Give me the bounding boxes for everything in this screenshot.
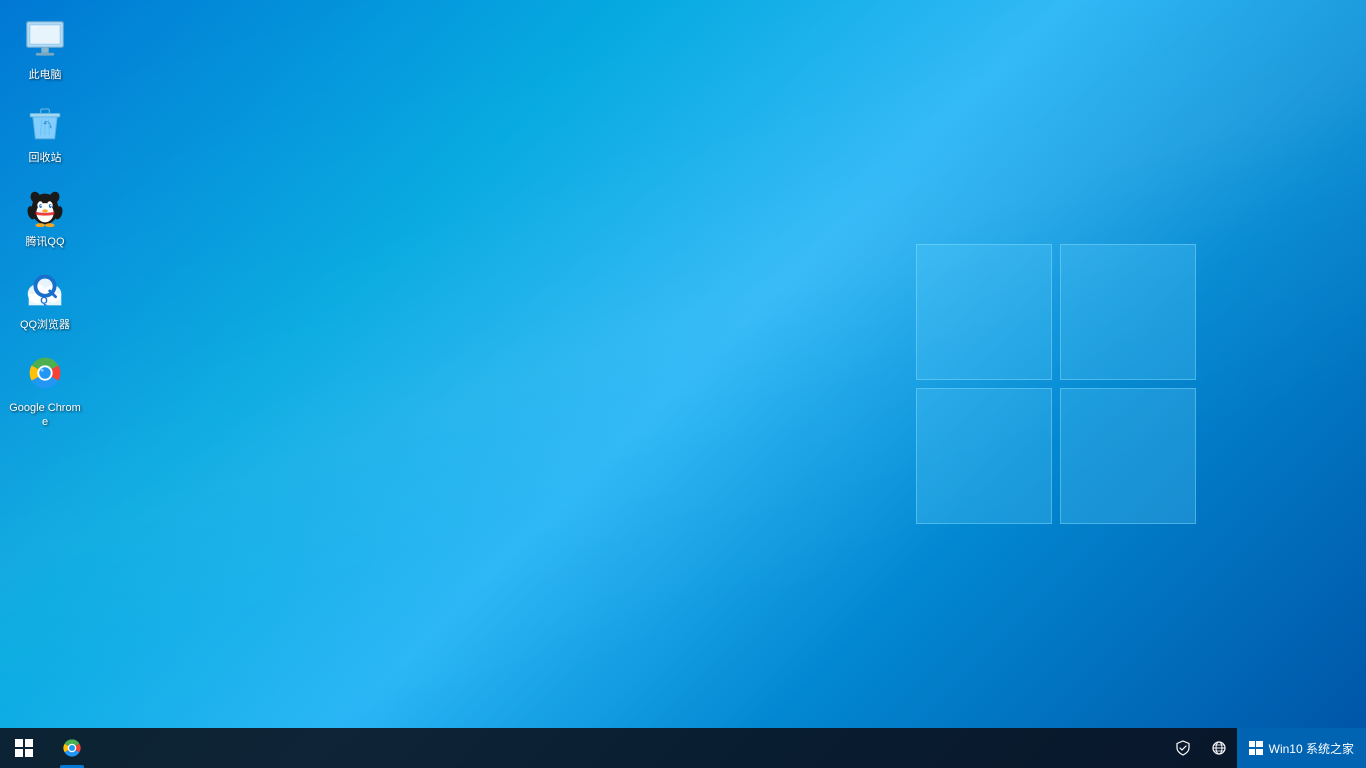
google-chrome-label: Google Chrome — [9, 401, 81, 430]
desktop: 此电脑 — [0, 0, 1366, 768]
start-quad-bl — [15, 749, 23, 757]
tray-shield-button[interactable] — [1165, 728, 1201, 768]
start-quad-br — [25, 749, 33, 757]
taskbar-chrome-button[interactable] — [48, 728, 96, 768]
desktop-icon-qq[interactable]: 腾讯QQ — [5, 177, 85, 255]
win10-brand-text: Win10 系统之家 — [1269, 740, 1354, 757]
start-quad-tr — [25, 739, 33, 747]
win-logo-quad-br — [1060, 388, 1196, 524]
taskbar-pinned-items — [48, 728, 96, 768]
windows-logo-background — [896, 224, 1216, 544]
qq-browser-label: QQ浏览器 — [20, 318, 70, 332]
win10-brand-button[interactable]: Win10 系统之家 — [1237, 728, 1366, 768]
this-pc-icon — [21, 16, 69, 64]
win-logo-quad-tr — [1060, 244, 1196, 380]
desktop-icon-this-pc[interactable]: 此电脑 — [5, 10, 85, 88]
system-tray: Win10 系统之家 — [1165, 728, 1366, 768]
start-quad-tl — [15, 739, 23, 747]
recycle-bin-icon — [21, 99, 69, 147]
qq-label: 腾讯QQ — [25, 235, 64, 249]
qq-icon — [21, 183, 69, 231]
win-logo-quad-bl — [916, 388, 1052, 524]
desktop-icon-qq-browser[interactable]: Q QQ浏览器 — [5, 260, 85, 338]
this-pc-label: 此电脑 — [29, 68, 62, 82]
recycle-bin-label: 回收站 — [29, 151, 62, 165]
win-logo-quad-tl — [916, 244, 1052, 380]
taskbar: Win10 系统之家 — [0, 728, 1366, 768]
google-chrome-icon — [21, 349, 69, 397]
svg-text:Q: Q — [40, 295, 48, 306]
desktop-icon-google-chrome[interactable]: Google Chrome — [5, 343, 85, 436]
start-menu-icon — [15, 739, 33, 757]
desktop-icon-recycle-bin[interactable]: 回收站 — [5, 93, 85, 171]
desktop-icons-area: 此电脑 — [5, 10, 85, 436]
qq-browser-icon: Q — [21, 266, 69, 314]
tray-network-button[interactable] — [1201, 728, 1237, 768]
start-button[interactable] — [0, 728, 48, 768]
